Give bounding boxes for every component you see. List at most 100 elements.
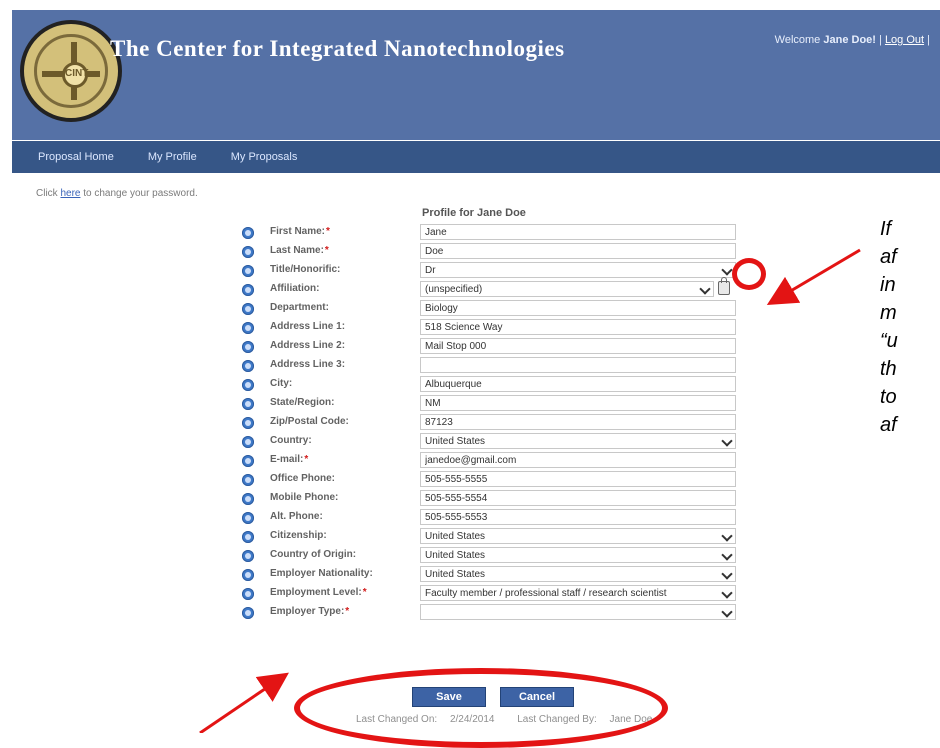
help-icon[interactable] <box>242 303 254 315</box>
chevron-down-icon <box>723 608 731 616</box>
help-icon[interactable] <box>242 531 254 543</box>
profile-form-title: Profile for Jane Doe <box>422 207 526 219</box>
field-select[interactable]: Dr <box>420 262 736 278</box>
field-select[interactable]: Faculty member / professional staff / re… <box>420 585 736 601</box>
help-icon[interactable] <box>242 607 254 619</box>
form-row: Address Line 3: <box>242 357 738 375</box>
form-row: City: <box>242 376 738 394</box>
logout-link[interactable]: Log Out <box>885 34 924 46</box>
cint-logo: CINT <box>20 20 122 122</box>
field-label: State/Region: <box>270 397 335 408</box>
help-icon[interactable] <box>242 588 254 600</box>
field-input[interactable] <box>420 357 736 373</box>
required-asterisk: * <box>362 587 367 598</box>
help-icon[interactable] <box>242 455 254 467</box>
form-row: Address Line 2: <box>242 338 738 356</box>
form-row: Address Line 1: <box>242 319 738 337</box>
help-icon[interactable] <box>242 474 254 486</box>
help-icon[interactable] <box>242 246 254 258</box>
help-icon[interactable] <box>242 436 254 448</box>
help-icon[interactable] <box>242 322 254 334</box>
help-icon[interactable] <box>242 512 254 524</box>
form-row: E-mail: * <box>242 452 738 470</box>
chevron-down-icon <box>701 285 709 293</box>
field-select[interactable]: United States <box>420 528 736 544</box>
field-input[interactable] <box>420 490 736 506</box>
field-input[interactable] <box>420 319 736 335</box>
lock-icon[interactable] <box>718 277 730 295</box>
field-input[interactable] <box>420 395 736 411</box>
field-label: Address Line 2: <box>270 340 346 351</box>
field-label: Last Name: <box>270 245 324 256</box>
field-input[interactable] <box>420 243 736 259</box>
form-row: Title/Honorific: Dr <box>242 262 738 280</box>
help-icon[interactable] <box>242 379 254 391</box>
nav-my-proposals[interactable]: My Proposals <box>231 151 298 163</box>
annotation-text: If af in m “u th to af <box>880 215 940 439</box>
field-input[interactable] <box>420 300 736 316</box>
field-select[interactable]: United States <box>420 566 736 582</box>
form-row: Employment Level: * Faculty member / prof… <box>242 585 738 603</box>
annotation-circle-save-cancel <box>294 668 668 748</box>
help-icon[interactable] <box>242 398 254 410</box>
field-input[interactable] <box>420 414 736 430</box>
annotation-line: “u <box>880 330 898 352</box>
field-label: Affiliation: <box>270 283 320 294</box>
required-asterisk: * <box>324 245 329 256</box>
select-value: United States <box>425 531 486 542</box>
field-input[interactable] <box>420 224 736 240</box>
field-select[interactable]: (unspecified) <box>420 281 714 297</box>
form-row: Employer Nationality: United States <box>242 566 738 584</box>
nav-my-profile[interactable]: My Profile <box>148 151 197 163</box>
help-icon[interactable] <box>242 227 254 239</box>
annotation-line: in <box>880 274 896 296</box>
help-icon[interactable] <box>242 550 254 562</box>
required-asterisk: * <box>345 606 350 617</box>
change-password-prefix: Click <box>36 188 58 199</box>
select-value: (unspecified) <box>425 284 483 295</box>
select-value: United States <box>425 569 486 580</box>
field-input[interactable] <box>420 376 736 392</box>
field-input[interactable] <box>420 338 736 354</box>
field-select[interactable]: United States <box>420 433 736 449</box>
help-icon[interactable] <box>242 341 254 353</box>
field-input[interactable] <box>420 471 736 487</box>
help-icon[interactable] <box>242 493 254 505</box>
help-icon[interactable] <box>242 569 254 581</box>
field-select[interactable] <box>420 604 736 620</box>
help-icon[interactable] <box>242 417 254 429</box>
welcome-user: Jane Doe! <box>823 34 876 46</box>
field-label: Title/Honorific: <box>270 264 341 275</box>
form-row: Citizenship: United States <box>242 528 738 546</box>
form-row: Alt. Phone: <box>242 509 738 527</box>
select-value: United States <box>425 436 486 447</box>
chevron-down-icon <box>723 266 731 274</box>
field-label: Employer Nationality: <box>270 568 373 579</box>
field-label: City: <box>270 378 293 389</box>
field-label: First Name: <box>270 226 326 237</box>
form-row: Affiliation: (unspecified) <box>242 277 738 299</box>
select-value: Dr <box>425 265 436 276</box>
help-icon[interactable] <box>242 360 254 372</box>
welcome-separator-right: | <box>927 34 930 46</box>
nav-proposal-home[interactable]: Proposal Home <box>38 151 114 163</box>
annotation-line: th <box>880 358 897 380</box>
field-label: Citizenship: <box>270 530 327 541</box>
change-password-link[interactable]: here <box>60 188 80 199</box>
chevron-down-icon <box>723 551 731 559</box>
change-password-suffix: to change your password. <box>83 188 198 199</box>
field-label: Department: <box>270 302 329 313</box>
help-icon[interactable] <box>242 284 254 296</box>
field-label: Country: <box>270 435 312 446</box>
field-input[interactable] <box>420 452 736 468</box>
annotation-line: to <box>880 386 897 408</box>
field-label: Alt. Phone: <box>270 511 323 522</box>
chevron-down-icon <box>723 589 731 597</box>
field-input[interactable] <box>420 509 736 525</box>
field-select[interactable]: United States <box>420 547 736 563</box>
form-row: State/Region: <box>242 395 738 413</box>
form-row: Country: United States <box>242 433 738 451</box>
form-row: Mobile Phone: <box>242 490 738 508</box>
annotation-line: af <box>880 246 897 268</box>
help-icon[interactable] <box>242 265 254 277</box>
